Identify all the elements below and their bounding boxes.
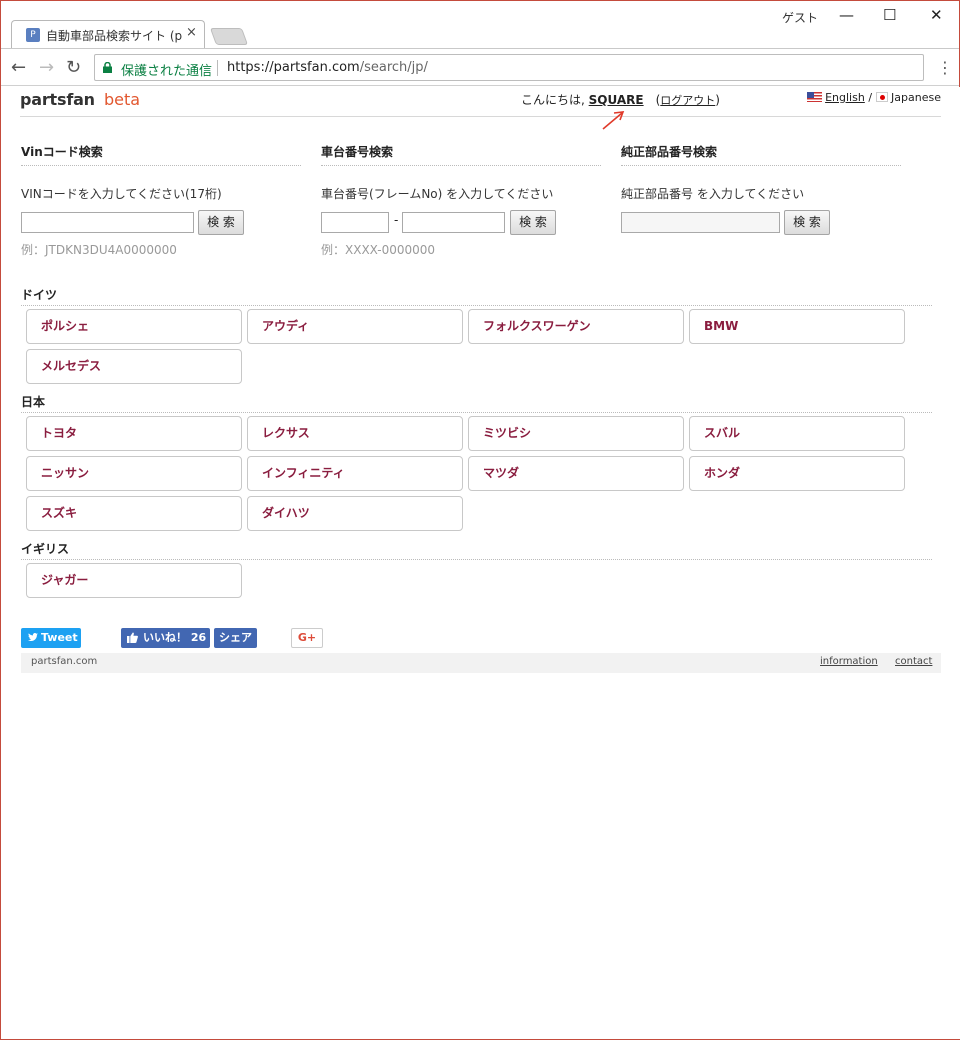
site-footer: partsfan.com information contact xyxy=(21,653,941,673)
like-label: いいね！ 26 xyxy=(143,631,207,644)
region-title-japan: 日本 xyxy=(21,393,932,413)
partsfan-favicon-icon: P xyxy=(26,28,40,42)
us-flag-icon xyxy=(806,92,822,102)
vin-input[interactable] xyxy=(21,212,194,233)
logo-beta-label: beta xyxy=(104,90,141,109)
contact-link[interactable]: contact xyxy=(895,656,932,667)
brand-button-infiniti[interactable]: インフィニティ xyxy=(247,456,463,491)
vin-search-button[interactable]: 検 索 xyxy=(198,210,244,235)
minimize-icon[interactable]: — xyxy=(839,6,854,24)
omnibox-divider xyxy=(217,60,218,76)
reload-icon[interactable]: ↻ xyxy=(66,57,81,78)
thumbs-up-icon xyxy=(127,632,138,643)
address-bar[interactable]: 保護された通信 https://partsfan.com/search/jp/ xyxy=(94,54,924,81)
brand-button-mercedes[interactable]: メルセデス xyxy=(26,349,242,384)
new-tab-button[interactable] xyxy=(209,28,249,45)
username-link[interactable]: SQUARE xyxy=(589,93,644,107)
region-title-uk: イギリス xyxy=(21,540,932,560)
greeting-prefix: こんにちは, xyxy=(521,93,585,107)
title-bar: P 自動車部品検索サイト (pa × ゲスト — ☐ ✕ xyxy=(1,1,959,48)
brand-button-daihatsu[interactable]: ダイハツ xyxy=(247,496,463,531)
brand-button-porsche[interactable]: ポルシェ xyxy=(26,309,242,344)
url-path: /search/jp/ xyxy=(359,60,428,75)
tweet-label: Tweet xyxy=(41,631,78,644)
information-link[interactable]: information xyxy=(820,656,878,667)
forward-icon[interactable]: → xyxy=(39,57,54,78)
brand-button-audi[interactable]: アウディ xyxy=(247,309,463,344)
oem-search-button[interactable]: 検 索 xyxy=(784,210,830,235)
twitter-bird-icon xyxy=(28,633,38,641)
facebook-like-button[interactable]: いいね！ 26 xyxy=(121,628,210,648)
back-icon[interactable]: ← xyxy=(11,57,26,78)
oem-search-section: 純正部品番号検索 純正部品番号 を入力してください 検 索 xyxy=(621,143,901,235)
japan-flag-icon xyxy=(875,92,888,102)
vin-search-description: VINコードを入力してください(17桁) xyxy=(21,187,222,201)
language-separator: / xyxy=(868,91,873,104)
secure-label: 保護された通信 xyxy=(121,64,213,79)
logout-link[interactable]: ログアウト xyxy=(660,94,715,107)
browser-tab[interactable]: P 自動車部品検索サイト (pa × xyxy=(11,20,205,48)
profile-label[interactable]: ゲスト xyxy=(782,9,818,26)
maximize-icon[interactable]: ☐ xyxy=(883,6,896,24)
brand-button-toyota[interactable]: トヨタ xyxy=(26,416,242,451)
url-text: https://partsfan.com/search/jp/ xyxy=(227,60,428,75)
frame-search-section: 車台番号検索 車台番号(フレームNo) を入力してください - 検 索 例：XX… xyxy=(321,143,601,258)
brand-button-lexus[interactable]: レクサス xyxy=(247,416,463,451)
frame-search-title: 車台番号検索 xyxy=(321,143,601,166)
vin-example: 例：JTDKN3DU4A0000000 xyxy=(21,243,177,257)
frame-prefix-input[interactable] xyxy=(321,212,389,233)
brand-button-volkswagen[interactable]: フォルクスワーゲン xyxy=(468,309,684,344)
browser-window: P 自動車部品検索サイト (pa × ゲスト — ☐ ✕ ← → ↻ 保護された… xyxy=(0,0,960,1040)
brand-button-suzuki[interactable]: スズキ xyxy=(26,496,242,531)
brand-button-jaguar[interactable]: ジャガー xyxy=(26,563,242,598)
site-logo[interactable]: partsfan xyxy=(20,90,95,109)
frame-number-input[interactable] xyxy=(402,212,505,233)
frame-search-description: 車台番号(フレームNo) を入力してください xyxy=(321,187,554,201)
english-link[interactable]: English xyxy=(825,91,865,104)
brand-button-mazda[interactable]: マツダ xyxy=(468,456,684,491)
region-title-germany: ドイツ xyxy=(21,286,932,306)
frame-search-row: - 検 索 xyxy=(321,210,601,235)
brand-button-mitsubishi[interactable]: ミツビシ xyxy=(468,416,684,451)
greeting: こんにちは, SQUARE (ログアウト) xyxy=(521,93,720,107)
vin-search-title: Vinコード検索 xyxy=(21,143,301,166)
browser-menu-icon[interactable]: ⋮ xyxy=(937,58,953,77)
url-host: https://partsfan.com xyxy=(227,60,360,75)
browser-toolbar: ← → ↻ 保護された通信 https://partsfan.com/searc… xyxy=(1,48,959,86)
oem-search-row: 検 索 xyxy=(621,210,901,235)
oem-search-description: 純正部品番号 を入力してください xyxy=(621,187,805,201)
tab-title: 自動車部品検索サイト (pa xyxy=(46,29,182,43)
japanese-label[interactable]: Japanese xyxy=(891,91,941,104)
close-window-icon[interactable]: ✕ xyxy=(930,6,943,24)
brand-button-honda[interactable]: ホンダ xyxy=(689,456,905,491)
oem-input[interactable] xyxy=(621,212,780,233)
frame-search-button[interactable]: 検 索 xyxy=(510,210,556,235)
brand-button-nissan[interactable]: ニッサン xyxy=(26,456,242,491)
frame-dash: - xyxy=(394,213,399,227)
oem-search-title: 純正部品番号検索 xyxy=(621,143,901,166)
footer-site-name: partsfan.com xyxy=(31,656,98,667)
annotation-arrow-icon xyxy=(602,111,625,130)
frame-example: 例：XXXX-0000000 xyxy=(321,243,436,257)
language-switcher: English / Japanese xyxy=(806,91,941,104)
vin-search-section: Vinコード検索 VINコードを入力してください(17桁) 検 索 例：JTDK… xyxy=(21,143,301,258)
google-plus-button[interactable]: G+ xyxy=(291,628,323,648)
brand-button-subaru[interactable]: スバル xyxy=(689,416,905,451)
site-header: partsfan beta こんにちは, SQUARE (ログアウト) Engl… xyxy=(20,87,941,130)
tweet-button[interactable]: Tweet xyxy=(21,628,81,648)
page-content: partsfan beta こんにちは, SQUARE (ログアウト) Engl… xyxy=(2,87,960,1039)
brand-button-bmw[interactable]: BMW xyxy=(689,309,905,344)
lock-icon xyxy=(103,62,112,73)
facebook-share-button[interactable]: シェア xyxy=(214,628,257,648)
vin-search-row: 検 索 xyxy=(21,210,301,235)
tab-close-icon[interactable]: × xyxy=(186,25,197,40)
